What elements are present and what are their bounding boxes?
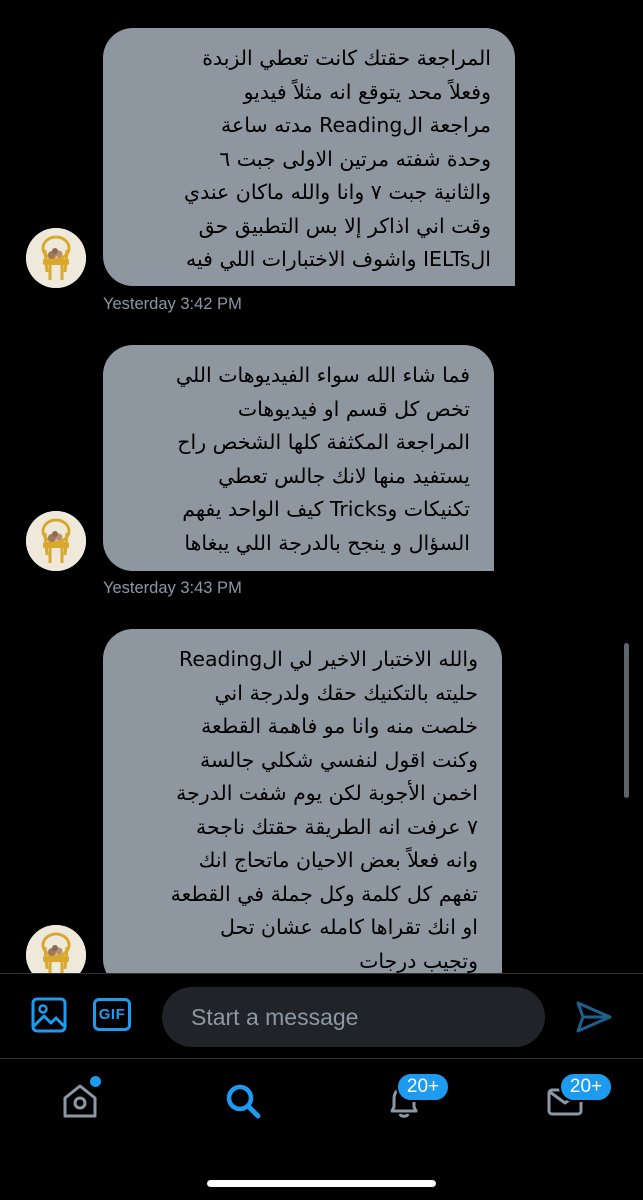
send-icon <box>576 1001 612 1033</box>
sender-avatar[interactable] <box>26 511 86 571</box>
chair-avatar-icon <box>26 925 86 973</box>
chair-avatar-icon <box>26 511 86 571</box>
message-line: حليته بالتكنيك حقك ولدرجة اني <box>214 680 478 705</box>
messages-badge: 20+ <box>559 1072 613 1102</box>
sender-avatar[interactable] <box>26 925 86 973</box>
message-line: خلصت منه وانا مو فاهمة القطعة <box>201 714 478 738</box>
message-line: وقت اني اذاكر إلا بس التطبيق حق <box>198 213 491 238</box>
message-line: ٧ عرفت انه الطريقة حقتك ناجحة <box>196 814 478 839</box>
message-line: الIELTs واشوف الاختبارات اللي فيه <box>185 247 491 271</box>
image-icon <box>31 997 67 1033</box>
message-line: وانه فعلاً بعض الاحيان ماتحاج انك <box>198 848 478 872</box>
chair-avatar-icon <box>26 228 86 288</box>
message-bubble[interactable]: المراجعة حقتك كانت تعطي الزبدة وفعلاً مح… <box>103 28 515 286</box>
scrollbar[interactable] <box>624 643 629 798</box>
message-input-placeholder: Start a message <box>191 1003 359 1030</box>
gif-button[interactable]: GIF <box>93 998 131 1031</box>
message-line: والثانية جبت ٧ وانا والله ماكان عندي <box>184 180 491 204</box>
send-button[interactable] <box>575 998 613 1036</box>
sender-avatar[interactable] <box>26 228 86 288</box>
message-line: اخمن الأجوبة لكن يوم شفت الدرجة <box>176 781 478 805</box>
home-indicator[interactable] <box>207 1180 436 1187</box>
message-timestamp: Yesterday 3:42 PM <box>103 295 242 313</box>
gif-label: GIF <box>98 1006 126 1023</box>
new-content-dot <box>88 1074 103 1089</box>
search-icon <box>226 1084 261 1119</box>
message-bubble[interactable]: والله الاختبار الاخير لي الReading حليته… <box>103 629 502 973</box>
message-line: يستفيد منها لانك جالس تعطي <box>218 463 470 488</box>
notifications-badge: 20+ <box>396 1072 450 1102</box>
message-line: وتجيب درجات <box>359 948 478 973</box>
message-timestamp: Yesterday 3:43 PM <box>103 579 242 597</box>
message-line: والله الاختبار الاخير لي الReading <box>179 647 478 671</box>
message-line: تخص كل قسم او فيديوهات <box>237 396 470 421</box>
message-line: تكنيكات وTricks كيف الواحد يفهم <box>182 497 470 521</box>
message-line: المراجعة المكثفة كلها الشخص راح <box>177 430 470 454</box>
message-line: مراجعة الReading مدته ساعة <box>221 113 491 137</box>
message-line: فما شاء الله سواء الفيديوهات اللي <box>175 363 470 387</box>
message-bubble[interactable]: فما شاء الله سواء الفيديوهات اللي تخص كل… <box>103 345 494 571</box>
message-line: وحدة شفته مرتين الاولى جبت ٦ <box>219 146 491 171</box>
message-line: تفهم كل كلمة وكل جملة في القطعة <box>170 881 478 906</box>
message-line: السؤال و ينجح بالدرجة اللي يبغاها <box>184 530 470 555</box>
message-line: وفعلاً محد يتوقع انه مثلاً فيديو <box>243 79 491 104</box>
add-image-button[interactable] <box>30 996 68 1034</box>
tab-search[interactable] <box>223 1081 263 1121</box>
message-line: وكنت اقول لنفسي شكلي جالسة <box>199 747 478 772</box>
message-line: المراجعة حقتك كانت تعطي الزبدة <box>202 46 491 70</box>
message-input[interactable]: Start a message <box>162 987 545 1047</box>
message-line: او انك تقراها كامله عشان تحل <box>219 915 478 939</box>
message-list[interactable]: المراجعة حقتك كانت تعطي الزبدة وفعلاً مح… <box>0 0 643 973</box>
